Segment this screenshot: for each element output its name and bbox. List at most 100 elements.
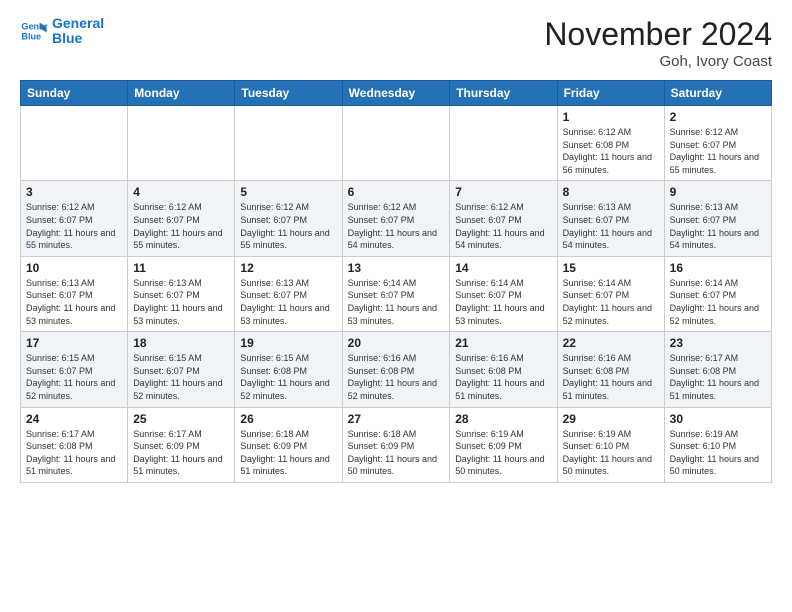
day-info: Sunrise: 6:19 AM Sunset: 6:10 PM Dayligh… (670, 428, 766, 478)
calendar-cell: 11 Sunrise: 6:13 AM Sunset: 6:07 PM Dayli… (128, 256, 235, 331)
day-number: 25 (133, 412, 229, 426)
day-info: Sunrise: 6:17 AM Sunset: 6:09 PM Dayligh… (133, 428, 229, 478)
calendar-cell: 7Sunrise: 6:12 AM Sunset: 6:07 PM Daylig… (450, 181, 557, 256)
day-number: 2 (670, 110, 766, 124)
weekday-header-saturday: Saturday (664, 81, 771, 106)
day-number: 30 (670, 412, 766, 426)
day-number: 17 (26, 336, 122, 350)
calendar-cell (21, 106, 128, 181)
calendar-cell (450, 106, 557, 181)
day-info: Sunrise: 6:18 AM Sunset: 6:09 PM Dayligh… (348, 428, 445, 478)
day-info: Sunrise: 6:14 AM Sunset: 6:07 PM Dayligh… (563, 277, 659, 327)
day-number: 18 (133, 336, 229, 350)
day-number: 29 (563, 412, 659, 426)
month-title: November 2024 (544, 16, 772, 53)
day-info: Sunrise: 6:17 AM Sunset: 6:08 PM Dayligh… (670, 352, 766, 402)
day-info: Sunrise: 6:16 AM Sunset: 6:08 PM Dayligh… (563, 352, 659, 402)
day-info: Sunrise: 6:12 AM Sunset: 6:07 PM Dayligh… (670, 126, 766, 176)
day-info: Sunrise: 6:12 AM Sunset: 6:07 PM Dayligh… (26, 201, 122, 251)
day-number: 15 (563, 261, 659, 275)
day-number: 8 (563, 185, 659, 199)
calendar-cell: 22 Sunrise: 6:16 AM Sunset: 6:08 PM Dayli… (557, 332, 664, 407)
calendar-cell: 9 Sunrise: 6:13 AM Sunset: 6:07 PM Daylig… (664, 181, 771, 256)
calendar-cell: 12 Sunrise: 6:13 AM Sunset: 6:07 PM Dayli… (235, 256, 342, 331)
day-info: Sunrise: 6:19 AM Sunset: 6:09 PM Dayligh… (455, 428, 551, 478)
day-number: 7 (455, 185, 551, 199)
day-number: 27 (348, 412, 445, 426)
location: Goh, Ivory Coast (544, 53, 772, 70)
weekday-header-sunday: Sunday (21, 81, 128, 106)
day-info: Sunrise: 6:14 AM Sunset: 6:07 PM Dayligh… (670, 277, 766, 327)
day-info: Sunrise: 6:12 AM Sunset: 6:07 PM Dayligh… (348, 201, 445, 251)
calendar-cell: 28 Sunrise: 6:19 AM Sunset: 6:09 PM Dayli… (450, 407, 557, 482)
svg-text:Blue: Blue (21, 32, 41, 42)
calendar-cell: 18 Sunrise: 6:15 AM Sunset: 6:07 PM Dayli… (128, 332, 235, 407)
day-info: Sunrise: 6:12 AM Sunset: 6:07 PM Dayligh… (133, 201, 229, 251)
weekday-header-monday: Monday (128, 81, 235, 106)
calendar-cell: 2 Sunrise: 6:12 AM Sunset: 6:07 PM Daylig… (664, 106, 771, 181)
calendar-cell (235, 106, 342, 181)
day-info: Sunrise: 6:14 AM Sunset: 6:07 PM Dayligh… (455, 277, 551, 327)
day-number: 20 (348, 336, 445, 350)
day-number: 5 (240, 185, 336, 199)
calendar-cell: 16 Sunrise: 6:14 AM Sunset: 6:07 PM Dayli… (664, 256, 771, 331)
page-header: General Blue General Blue November 2024 … (20, 16, 772, 70)
weekday-header-thursday: Thursday (450, 81, 557, 106)
weekday-header-wednesday: Wednesday (342, 81, 450, 106)
calendar-cell: 20Sunrise: 6:16 AM Sunset: 6:08 PM Dayli… (342, 332, 450, 407)
day-number: 21 (455, 336, 551, 350)
calendar-cell: 6 Sunrise: 6:12 AM Sunset: 6:07 PM Daylig… (342, 181, 450, 256)
day-info: Sunrise: 6:14 AM Sunset: 6:07 PM Dayligh… (348, 277, 445, 327)
calendar-cell: 23Sunrise: 6:17 AM Sunset: 6:08 PM Dayli… (664, 332, 771, 407)
day-number: 11 (133, 261, 229, 275)
title-block: November 2024 Goh, Ivory Coast (544, 16, 772, 70)
day-info: Sunrise: 6:13 AM Sunset: 6:07 PM Dayligh… (133, 277, 229, 327)
calendar-cell: 27 Sunrise: 6:18 AM Sunset: 6:09 PM Dayli… (342, 407, 450, 482)
calendar-cell: 13Sunrise: 6:14 AM Sunset: 6:07 PM Dayli… (342, 256, 450, 331)
day-number: 16 (670, 261, 766, 275)
day-number: 1 (563, 110, 659, 124)
day-number: 12 (240, 261, 336, 275)
day-info: Sunrise: 6:15 AM Sunset: 6:07 PM Dayligh… (133, 352, 229, 402)
calendar-cell: 5 Sunrise: 6:12 AM Sunset: 6:07 PM Daylig… (235, 181, 342, 256)
day-info: Sunrise: 6:18 AM Sunset: 6:09 PM Dayligh… (240, 428, 336, 478)
calendar-cell: 21 Sunrise: 6:16 AM Sunset: 6:08 PM Dayli… (450, 332, 557, 407)
calendar-cell: 24Sunrise: 6:17 AM Sunset: 6:08 PM Dayli… (21, 407, 128, 482)
day-number: 10 (26, 261, 122, 275)
calendar-cell: 4 Sunrise: 6:12 AM Sunset: 6:07 PM Daylig… (128, 181, 235, 256)
day-number: 26 (240, 412, 336, 426)
day-number: 6 (348, 185, 445, 199)
calendar-cell: 10Sunrise: 6:13 AM Sunset: 6:07 PM Dayli… (21, 256, 128, 331)
calendar-cell (128, 106, 235, 181)
calendar-cell: 30 Sunrise: 6:19 AM Sunset: 6:10 PM Dayli… (664, 407, 771, 482)
calendar-week-1: 1Sunrise: 6:12 AM Sunset: 6:08 PM Daylig… (21, 106, 772, 181)
day-info: Sunrise: 6:15 AM Sunset: 6:08 PM Dayligh… (240, 352, 336, 402)
calendar-week-3: 10 Sunrise: 6:13 AM Sunset: 6:07 PM Dayli… (21, 256, 772, 331)
day-number: 22 (563, 336, 659, 350)
day-number: 24 (26, 412, 122, 426)
logo-icon: General Blue (20, 17, 48, 45)
calendar: SundayMondayTuesdayWednesdayThursdayFrid… (20, 80, 772, 483)
calendar-cell: 29Sunrise: 6:19 AM Sunset: 6:10 PM Dayli… (557, 407, 664, 482)
calendar-cell: 26 Sunrise: 6:18 AM Sunset: 6:09 PM Dayli… (235, 407, 342, 482)
day-info: Sunrise: 6:12 AM Sunset: 6:07 PM Dayligh… (240, 201, 336, 251)
calendar-cell (342, 106, 450, 181)
calendar-cell: 15 Sunrise: 6:14 AM Sunset: 6:07 PM Dayli… (557, 256, 664, 331)
logo-line2: Blue (52, 31, 104, 46)
day-info: Sunrise: 6:13 AM Sunset: 6:07 PM Dayligh… (240, 277, 336, 327)
calendar-cell: 25 Sunrise: 6:17 AM Sunset: 6:09 PM Dayli… (128, 407, 235, 482)
logo: General Blue General Blue (20, 16, 104, 47)
calendar-cell: 14Sunrise: 6:14 AM Sunset: 6:07 PM Dayli… (450, 256, 557, 331)
logo-line1: General (52, 16, 104, 31)
calendar-week-5: 24Sunrise: 6:17 AM Sunset: 6:08 PM Dayli… (21, 407, 772, 482)
day-info: Sunrise: 6:13 AM Sunset: 6:07 PM Dayligh… (670, 201, 766, 251)
day-info: Sunrise: 6:16 AM Sunset: 6:08 PM Dayligh… (455, 352, 551, 402)
calendar-week-2: 3 Sunrise: 6:12 AM Sunset: 6:07 PM Daylig… (21, 181, 772, 256)
day-number: 4 (133, 185, 229, 199)
day-number: 28 (455, 412, 551, 426)
calendar-cell: 3 Sunrise: 6:12 AM Sunset: 6:07 PM Daylig… (21, 181, 128, 256)
calendar-cell: 19 Sunrise: 6:15 AM Sunset: 6:08 PM Dayli… (235, 332, 342, 407)
day-number: 3 (26, 185, 122, 199)
day-number: 9 (670, 185, 766, 199)
day-number: 19 (240, 336, 336, 350)
